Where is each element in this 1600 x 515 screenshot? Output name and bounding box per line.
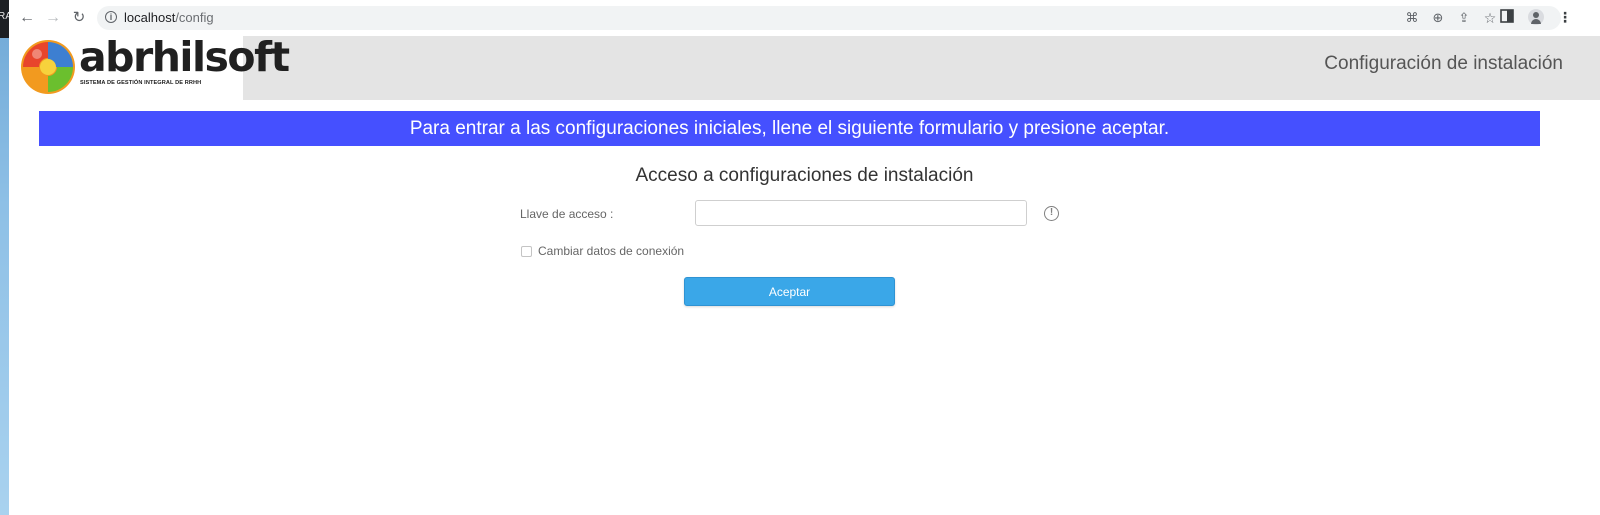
logo-wordmark: abrhilsoft: [79, 33, 290, 81]
url-path: /config: [175, 10, 214, 25]
logo-subtitle: SISTEMA DE GESTIÓN INTEGRAL DE RRHH: [80, 80, 202, 86]
side-panel-icon[interactable]: [1499, 9, 1515, 25]
accept-button[interactable]: Aceptar: [684, 277, 895, 306]
change-connection-label[interactable]: Cambiar datos de conexión: [538, 244, 684, 258]
change-connection-checkbox[interactable]: [521, 246, 532, 257]
forward-icon[interactable]: →: [43, 8, 63, 28]
url-text[interactable]: localhost/config: [124, 10, 214, 25]
menu-icon[interactable]: ⋮: [1557, 9, 1573, 25]
required-alert-icon: !: [1044, 206, 1059, 221]
url-host: localhost: [124, 10, 176, 25]
desktop-taskbar-edge: RA: [0, 0, 9, 38]
share-icon[interactable]: ⇪: [1457, 11, 1471, 25]
logo[interactable]: abrhilsoft SISTEMA DE GESTIÓN INTEGRAL D…: [9, 33, 290, 100]
translate-icon[interactable]: ⌘: [1405, 11, 1419, 25]
browser-toolbar: ← → ↻ i localhost/config ⌘ ⊕ ⇪ ☆ ⋮: [9, 0, 1600, 37]
instructions-banner: Para entrar a las configuraciones inicia…: [39, 111, 1540, 146]
info-icon[interactable]: i: [105, 11, 117, 23]
page-title: Configuración de instalación: [1324, 53, 1563, 74]
form-title: Acceso a configuraciones de instalación: [635, 165, 974, 186]
access-key-input[interactable]: [695, 200, 1027, 226]
reload-icon[interactable]: ↻: [69, 8, 89, 28]
logo-puzzle-icon: [21, 40, 75, 94]
app-header: abrhilsoft SISTEMA DE GESTIÓN INTEGRAL D…: [9, 33, 1600, 100]
star-icon[interactable]: ☆: [1483, 11, 1497, 25]
address-bar[interactable]: i localhost/config ⌘ ⊕ ⇪ ☆: [97, 6, 1561, 30]
desktop-edge-text: RA: [0, 11, 9, 22]
zoom-icon[interactable]: ⊕: [1431, 11, 1445, 25]
desktop-edge: RA: [0, 0, 9, 515]
access-key-label: Llave de acceso :: [520, 207, 614, 221]
browser-window: ← → ↻ i localhost/config ⌘ ⊕ ⇪ ☆ ⋮ abrhi…: [9, 0, 1600, 515]
profile-icon[interactable]: [1528, 9, 1544, 25]
back-icon[interactable]: ←: [17, 8, 37, 28]
